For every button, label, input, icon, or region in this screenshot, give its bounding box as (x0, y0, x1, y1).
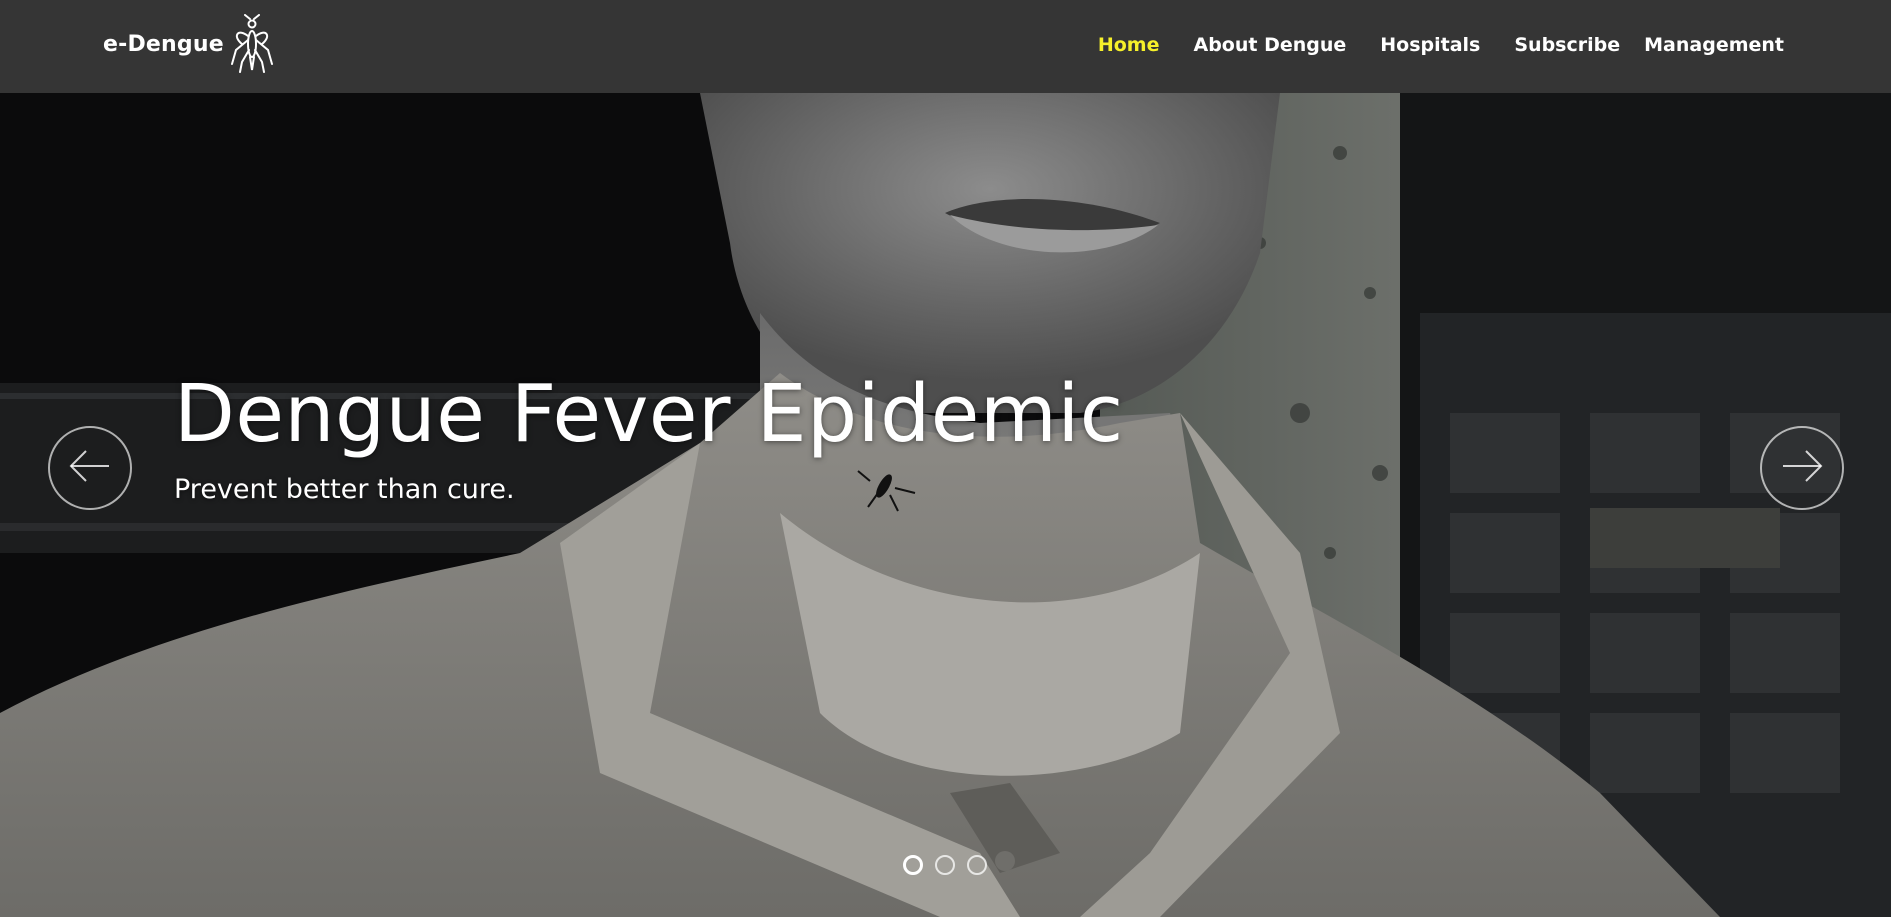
nav-home[interactable]: Home (1098, 34, 1160, 56)
navbar: e-Dengue Home About Dengue Hospitals Sub… (0, 0, 1891, 93)
arrow-left-icon (68, 449, 112, 488)
carousel-indicator-3[interactable] (967, 855, 987, 875)
slide-caption: Dengue Fever Epidemic Prevent better tha… (174, 371, 1124, 505)
nav-management[interactable]: Management (1644, 34, 1784, 56)
nav-hospitals[interactable]: Hospitals (1380, 34, 1480, 56)
carousel-next-button[interactable] (1760, 426, 1844, 510)
carousel-prev-button[interactable] (48, 426, 132, 510)
slide-subtitle: Prevent better than cure. (174, 473, 515, 505)
carousel-indicator-2[interactable] (935, 855, 955, 875)
carousel-indicator-1[interactable] (903, 855, 923, 875)
nav-about-dengue[interactable]: About Dengue (1193, 34, 1346, 56)
brand-logo-link[interactable]: e-Dengue (103, 14, 276, 74)
mosquito-icon (228, 14, 276, 74)
main-nav: Home About Dengue Hospitals Subscribe Ma… (1064, 0, 1784, 90)
hero-carousel: Dengue Fever Epidemic Prevent better tha… (0, 93, 1891, 917)
arrow-right-icon (1780, 449, 1824, 488)
brand-name: e-Dengue (103, 31, 224, 57)
carousel-indicators (903, 855, 999, 875)
nav-subscribe[interactable]: Subscribe (1514, 34, 1620, 56)
hero-background-image (0, 93, 1891, 917)
slide-title: Dengue Fever Epidemic (174, 368, 1124, 460)
